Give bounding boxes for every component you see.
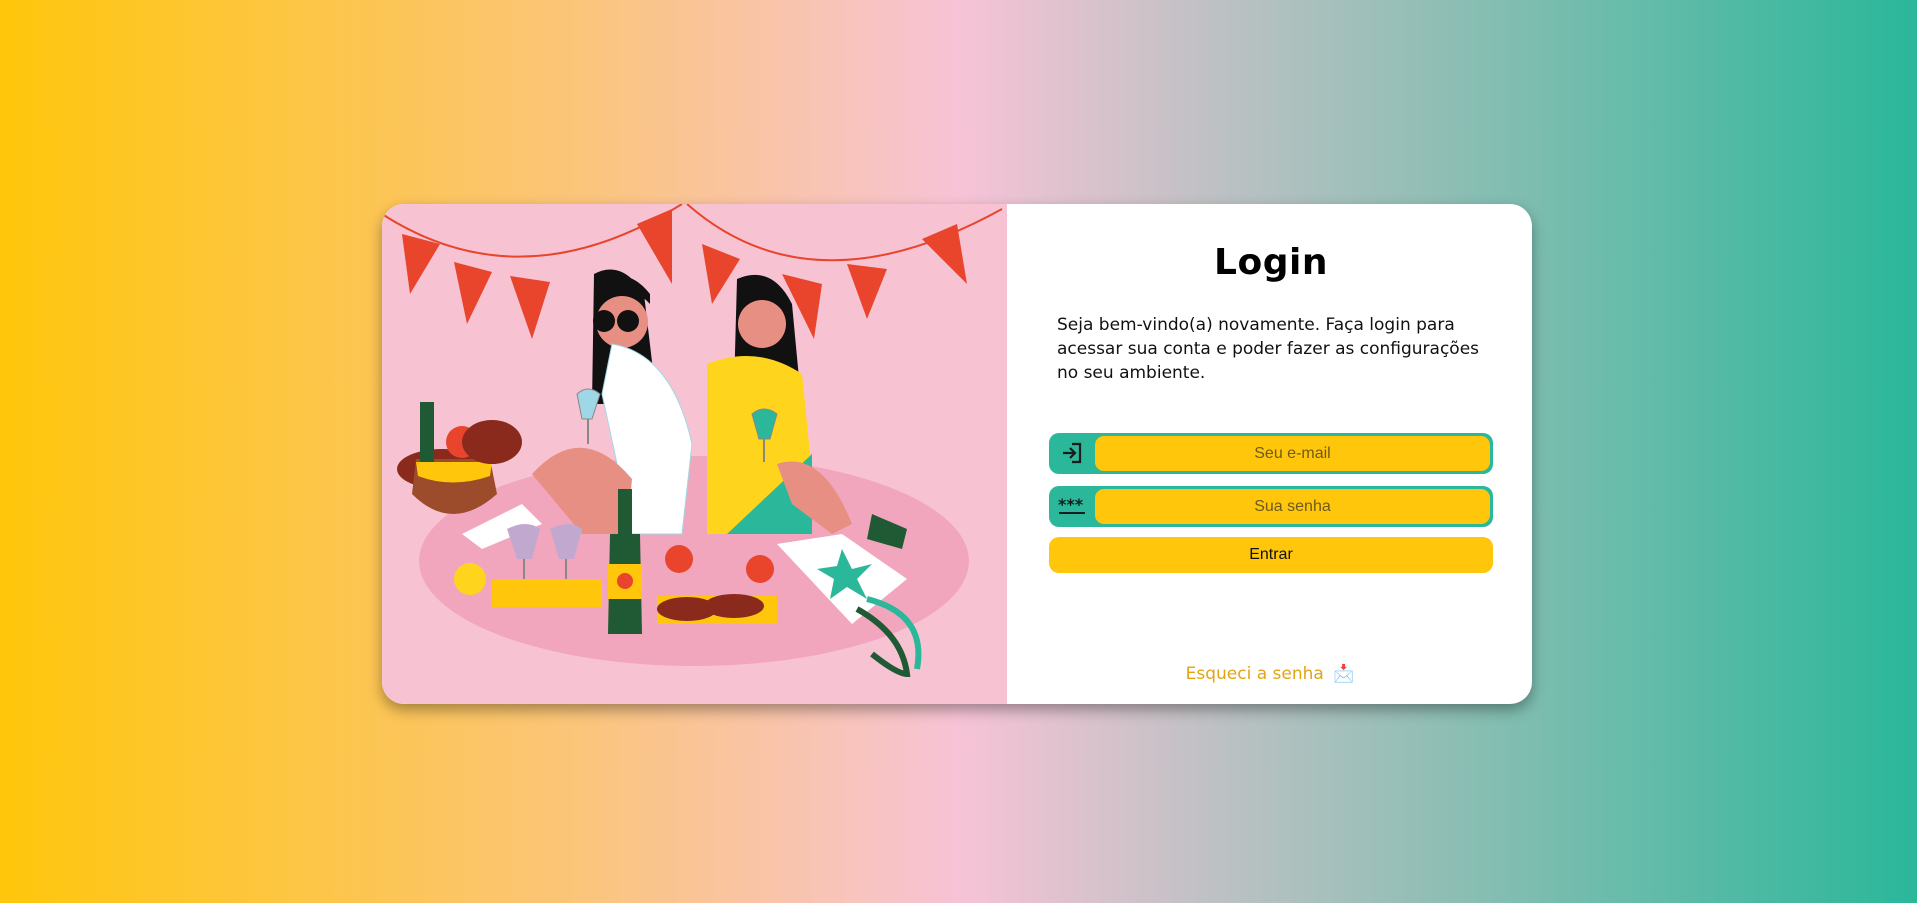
picnic-illustration (382, 204, 1007, 704)
forgot-password-link[interactable]: Esqueci a senha 📩 (1007, 664, 1532, 684)
password-input[interactable] (1095, 489, 1490, 524)
email-field-group (1049, 433, 1493, 474)
login-arrow-icon (1057, 440, 1087, 466)
envelope-icon: 📩 (1333, 664, 1355, 684)
svg-text:***: *** (1058, 496, 1084, 514)
password-asterisks-icon: *** (1057, 493, 1087, 519)
email-input[interactable] (1095, 436, 1490, 471)
login-card: Login Seja bem-vindo(a) novamente. Faça … (382, 204, 1532, 704)
page-title: Login (1214, 242, 1328, 283)
login-button[interactable]: Entrar (1049, 537, 1493, 573)
welcome-text: Seja bem-vindo(a) novamente. Faça login … (1057, 315, 1480, 383)
login-panel: Login Seja bem-vindo(a) novamente. Faça … (1007, 204, 1532, 704)
forgot-password-label: Esqueci a senha (1185, 664, 1324, 684)
password-field-group: *** (1049, 486, 1493, 527)
